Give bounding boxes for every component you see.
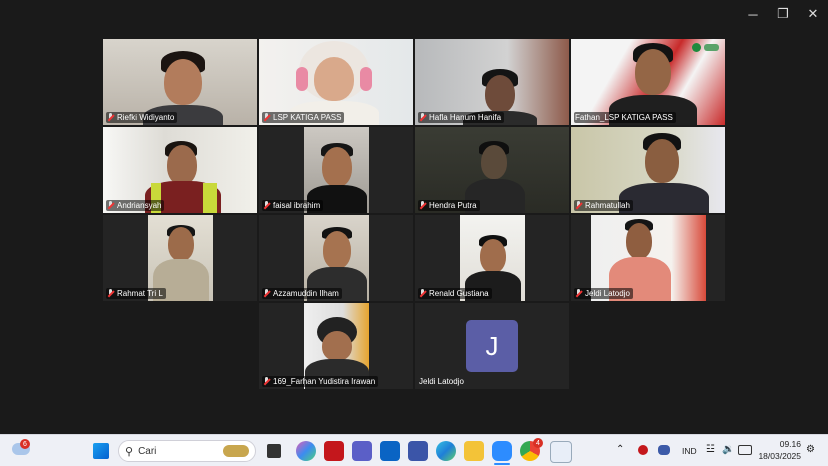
participant-name: Jeldi Latodjo (419, 377, 464, 386)
notification-badge: 4 (533, 438, 543, 448)
logo-icon (692, 43, 701, 52)
participant-name: Hafla Hanum Hanifa (418, 112, 505, 123)
language-indicator[interactable]: IND (682, 446, 697, 456)
participant-name: Andriansyah (106, 200, 165, 211)
windows-start-icon[interactable] (93, 443, 109, 459)
muted-mic-icon (419, 201, 427, 210)
search-icon: ⚲ (125, 445, 134, 458)
video-tile[interactable]: Renald Gustiana (415, 215, 569, 301)
zoom-icon[interactable] (492, 441, 512, 461)
participant-name: 169_Farhan Yudistira Irawan (262, 376, 379, 387)
participant-name: faisal ibrahim (262, 200, 324, 211)
participant-name: Rahmat Tri L (106, 288, 166, 299)
snipping-tool-icon[interactable] (550, 441, 572, 463)
participant-name: Fathan_LSP KATIGA PASS (574, 112, 676, 123)
wifi-icon[interactable]: ☳ (706, 444, 715, 455)
teams-icon[interactable] (352, 441, 372, 461)
video-tile[interactable]: Riefki Widiyanto (103, 39, 257, 125)
video-tile[interactable]: 169_Farhan Yudistira Irawan (259, 303, 413, 389)
restore-button[interactable]: ❐ (768, 0, 798, 28)
volume-icon[interactable]: 🔉 (722, 444, 734, 455)
security-tray-icon[interactable] (638, 445, 648, 455)
headphone-icon (296, 67, 308, 91)
video-tile[interactable]: Jeldi Latodjo (571, 215, 725, 301)
battery-icon[interactable] (738, 445, 752, 455)
video-tile[interactable]: Hafla Hanum Hanifa (415, 39, 569, 125)
window-controls: ─ ❐ ✕ (738, 0, 828, 28)
muted-mic-icon (419, 289, 427, 298)
muted-mic-icon (107, 201, 115, 210)
search-placeholder: Cari (138, 445, 157, 457)
video-gallery: Riefki Widiyanto LSP KATIGA PASS Hafla H… (103, 39, 725, 389)
video-tile[interactable]: Rahmatullah (571, 127, 725, 213)
video-tile[interactable]: Andriansyah (103, 127, 257, 213)
avatar: J (466, 320, 518, 372)
video-tile[interactable]: Azzamuddin Ilham (259, 215, 413, 301)
minimize-button[interactable]: ─ (738, 0, 768, 28)
participant-name: Rahmatullah (574, 200, 633, 211)
muted-mic-icon (263, 377, 271, 386)
video-tile[interactable]: Rahmat Tri L (103, 215, 257, 301)
store-icon[interactable] (380, 441, 400, 461)
notification-badge: 6 (20, 439, 30, 449)
participant-name: Hendra Putra (418, 200, 480, 211)
mcafee-icon[interactable] (324, 441, 344, 461)
participant-name: Renald Gustiana (418, 288, 492, 299)
participant-name: Jeldi Latodjo (574, 288, 633, 299)
taskbar: 6 ⚲ Cari 4 ⌃ IND ☳ 🔉 09.16 18/03/2025 ⚙ (0, 434, 828, 466)
edge-icon[interactable] (436, 441, 456, 461)
file-explorer-icon[interactable] (464, 441, 484, 461)
video-tile[interactable]: J Jeldi Latodjo (415, 303, 569, 389)
search-highlight-icon (223, 445, 249, 457)
app-icon[interactable] (408, 441, 428, 461)
clock-time[interactable]: 09.16 (759, 439, 801, 449)
tray-app-icon[interactable] (658, 445, 670, 455)
video-tile[interactable]: faisal ibrahim (259, 127, 413, 213)
muted-mic-icon (575, 289, 583, 298)
close-button[interactable]: ✕ (798, 0, 828, 28)
video-tile-active-speaker[interactable]: Fathan_LSP KATIGA PASS (571, 39, 725, 125)
logo-icon (704, 44, 719, 51)
muted-mic-icon (263, 113, 271, 122)
muted-mic-icon (107, 113, 115, 122)
clock-date[interactable]: 18/03/2025 (752, 451, 801, 461)
muted-mic-icon (419, 113, 427, 122)
participant-name: Riefki Widiyanto (106, 112, 178, 123)
video-tile[interactable]: LSP KATIGA PASS (259, 39, 413, 125)
search-box[interactable]: ⚲ Cari (118, 440, 256, 462)
muted-mic-icon (575, 201, 583, 210)
muted-mic-icon (107, 289, 115, 298)
participant-name: LSP KATIGA PASS (262, 112, 345, 123)
participant-name: Azzamuddin Ilham (262, 288, 342, 299)
task-view-icon[interactable] (267, 444, 281, 458)
show-hidden-icons-chevron-icon[interactable]: ⌃ (616, 444, 624, 455)
notification-bell-icon[interactable]: ⚙ (806, 444, 815, 455)
video-tile[interactable]: Hendra Putra (415, 127, 569, 213)
muted-mic-icon (263, 289, 271, 298)
muted-mic-icon (263, 201, 271, 210)
copilot-icon[interactable] (296, 441, 316, 461)
